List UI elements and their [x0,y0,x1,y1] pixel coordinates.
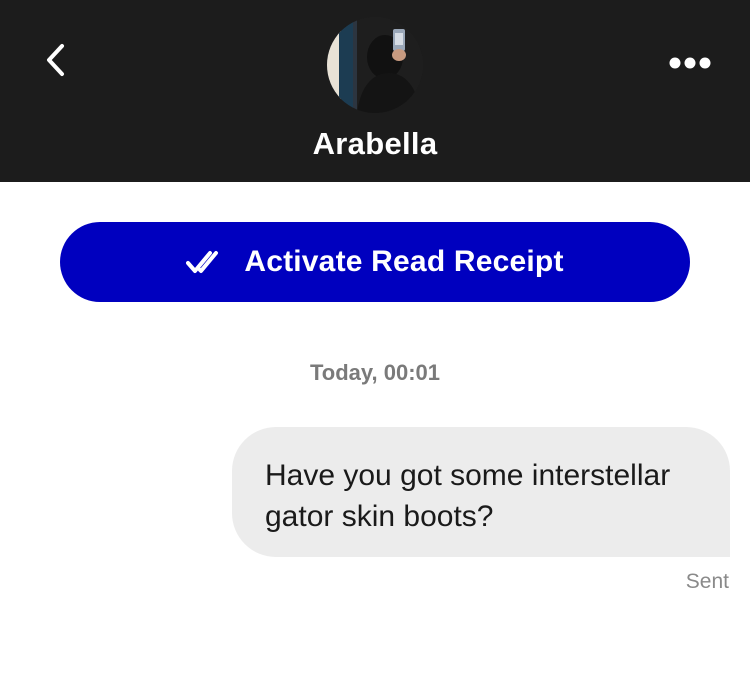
back-button[interactable] [34,38,78,82]
read-receipt-label: Activate Read Receipt [244,245,564,278]
message-text: Have you got some interstellar gator ski… [265,459,671,533]
double-check-icon [186,248,226,276]
message-timestamp: Today, 00:01 [309,360,440,385]
outgoing-message-bubble[interactable]: Have you got some interstellar gator ski… [232,427,730,557]
avatar[interactable] [327,17,423,113]
chat-header: Arabella [0,0,750,182]
contact-name[interactable]: Arabella [0,126,750,162]
activate-read-receipt-button[interactable]: Activate Read Receipt [60,222,690,302]
message-status: Sent [685,570,729,593]
more-options-button[interactable] [662,44,718,82]
more-horizontal-icon [669,57,711,69]
avatar-image [327,17,423,113]
chevron-left-icon [47,44,64,76]
